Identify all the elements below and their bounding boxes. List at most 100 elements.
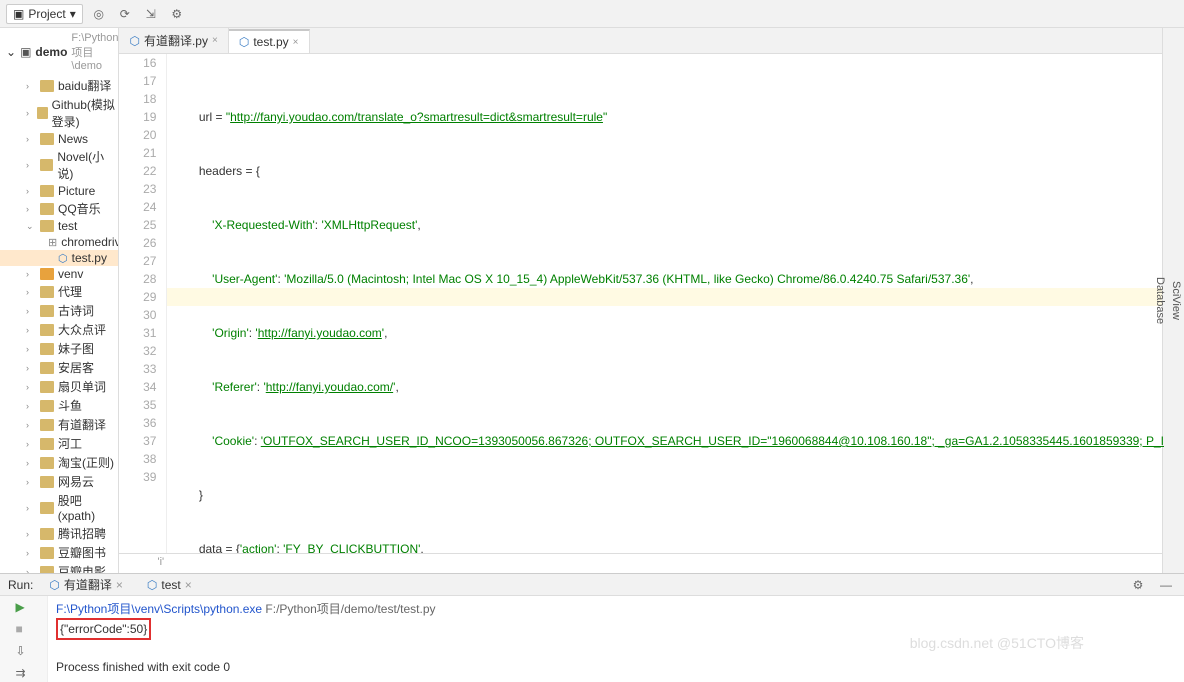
arrow-icon: › [26, 108, 33, 118]
tree-item[interactable]: ›腾讯招聘 [0, 524, 118, 543]
tree-item[interactable]: ›淘宝(正则) [0, 453, 118, 472]
stop-icon[interactable]: ■ [16, 622, 32, 638]
tree-item[interactable]: › 安居客 [0, 358, 118, 377]
refresh-icon[interactable]: ⟳ [115, 4, 135, 24]
tree-item[interactable]: ›Github(模拟登录) [0, 95, 118, 131]
gear-icon[interactable]: ⚙ [1128, 575, 1148, 595]
tree-item[interactable]: ›豆瓣电影 [0, 562, 118, 573]
tree-label: 河工 [58, 435, 82, 452]
rerun-icon[interactable]: ▶ [16, 600, 32, 616]
tree-item[interactable]: ›QQ音乐 [0, 199, 118, 218]
tree-item[interactable]: › Novel(小说) [0, 147, 118, 183]
tree-label: Picture [58, 184, 95, 198]
arrow-icon: › [26, 344, 36, 354]
tree-item[interactable]: › 河工 [0, 434, 118, 453]
project-tree-panel: ⌄ ▣ demo F:\Python项目\demo ›baidu翻译›Githu… [0, 28, 119, 573]
arrow-icon: › [26, 439, 36, 449]
tree-item[interactable]: ⊞chromedriver [0, 234, 118, 250]
tree-item[interactable]: ›扇贝单词 [0, 377, 118, 396]
lib-icon: ⊞ [48, 236, 57, 249]
arrow-icon: › [26, 477, 36, 487]
tree-label: 安居客 [58, 359, 94, 376]
tree-label: 股吧(xpath) [58, 492, 119, 523]
folder-icon: ▣ [13, 7, 24, 21]
tree-item[interactable]: ›妹子图 [0, 339, 118, 358]
tree-label: 豆瓣电影 [58, 563, 106, 573]
close-icon[interactable]: × [116, 578, 123, 592]
tree-label: News [58, 132, 88, 146]
minimize-icon[interactable]: — [1156, 575, 1176, 595]
target-icon[interactable]: ◎ [89, 4, 109, 24]
arrow-icon: ⌄ [26, 221, 36, 232]
editor-panel: ⬡ 有道翻译.py × ⬡ test.py × 1617181920212223… [119, 28, 1184, 573]
sciview-tab[interactable]: SciView [1168, 28, 1184, 573]
tree-item[interactable]: ›大众点评 [0, 320, 118, 339]
root-path: F:\Python项目\demo [71, 32, 118, 72]
arrow-icon: › [26, 160, 36, 170]
python-icon: ⬡ [239, 35, 249, 49]
code-editor[interactable]: 1617181920212223242526272829303132333435… [119, 54, 1184, 553]
chevron-down-icon: ⌄ [6, 45, 16, 59]
tree-label: 代理 [58, 283, 82, 300]
filter-icon[interactable]: ⇉ [16, 666, 32, 682]
tab-test[interactable]: ⬡ test.py × [229, 29, 310, 53]
chevron-down-icon: ▾ [70, 7, 76, 21]
collapse-icon[interactable]: ⇲ [141, 4, 161, 24]
close-icon[interactable]: × [293, 37, 299, 48]
arrow-icon: › [26, 325, 36, 335]
folder-icon [40, 343, 54, 355]
tree-root[interactable]: ⌄ ▣ demo F:\Python项目\demo [0, 28, 118, 76]
tree-label: test.py [72, 251, 107, 265]
tree-item[interactable]: ›有道翻译 [0, 415, 118, 434]
folder-icon [40, 502, 54, 514]
tree-item[interactable]: ⬡ test.py [0, 250, 118, 266]
tree-item[interactable]: ›斗鱼 [0, 396, 118, 415]
python-icon: ⬡ [129, 34, 139, 48]
run-tab-test[interactable]: ⬡ test × [139, 576, 200, 594]
tree-item[interactable]: ›股吧(xpath) [0, 491, 118, 524]
arrow-icon: › [26, 363, 36, 373]
tree-item[interactable]: › 网易云 [0, 472, 118, 491]
tree-item[interactable]: ›News [0, 131, 118, 147]
gear-icon[interactable]: ⚙ [167, 4, 187, 24]
folder-icon [40, 476, 54, 488]
tree-item[interactable]: ›venv [0, 266, 118, 282]
project-dropdown[interactable]: ▣ Project ▾ [6, 4, 83, 24]
folder-icon [40, 159, 54, 171]
run-output[interactable]: F:\Python项目\venv\Scripts\python.exe F:/P… [48, 596, 1184, 682]
python-icon: ⬡ [58, 252, 68, 265]
close-icon[interactable]: × [212, 35, 218, 46]
close-icon[interactable]: × [185, 578, 192, 592]
folder-icon [40, 133, 54, 145]
folder-icon [40, 185, 54, 197]
tree-item[interactable]: › Picture [0, 183, 118, 199]
arrow-icon: › [26, 269, 36, 279]
down-icon[interactable]: ⇩ [16, 644, 32, 660]
tree-label: 网易云 [58, 473, 94, 490]
tree-item[interactable]: ›豆瓣图书 [0, 543, 118, 562]
tree-label: 淘宝(正则) [58, 454, 114, 471]
folder-icon [40, 362, 54, 374]
run-header: Run: ⬡ 有道翻译 × ⬡ test × ⚙ — [0, 574, 1184, 596]
tree-item[interactable]: › 古诗词 [0, 301, 118, 320]
tree-item[interactable]: ⌄test [0, 218, 118, 234]
editor-tabs: ⬡ 有道翻译.py × ⬡ test.py × [119, 28, 1184, 54]
arrow-icon: › [26, 186, 36, 196]
arrow-icon: › [26, 306, 36, 316]
tree-item[interactable]: ›代理 [0, 282, 118, 301]
tree-label: 古诗词 [58, 302, 94, 319]
tree-label: Novel(小说) [57, 148, 118, 182]
code-content[interactable]: url = "http://fanyi.youdao.com/translate… [167, 54, 1164, 553]
folder-icon [40, 438, 54, 450]
run-tab-youdao[interactable]: ⬡ 有道翻译 × [41, 574, 131, 595]
tree-label: 有道翻译 [58, 416, 106, 433]
python-icon: ⬡ [147, 578, 157, 592]
folder-icon [40, 566, 54, 574]
tree-item[interactable]: ›baidu翻译 [0, 76, 118, 95]
tree-label: 腾讯招聘 [58, 525, 106, 542]
folder-icon [40, 286, 54, 298]
tab-label: test.py [253, 35, 288, 49]
folder-icon [40, 305, 54, 317]
tab-youdao[interactable]: ⬡ 有道翻译.py × [119, 28, 228, 53]
breadcrumb-bar: 'i' [119, 553, 1184, 573]
